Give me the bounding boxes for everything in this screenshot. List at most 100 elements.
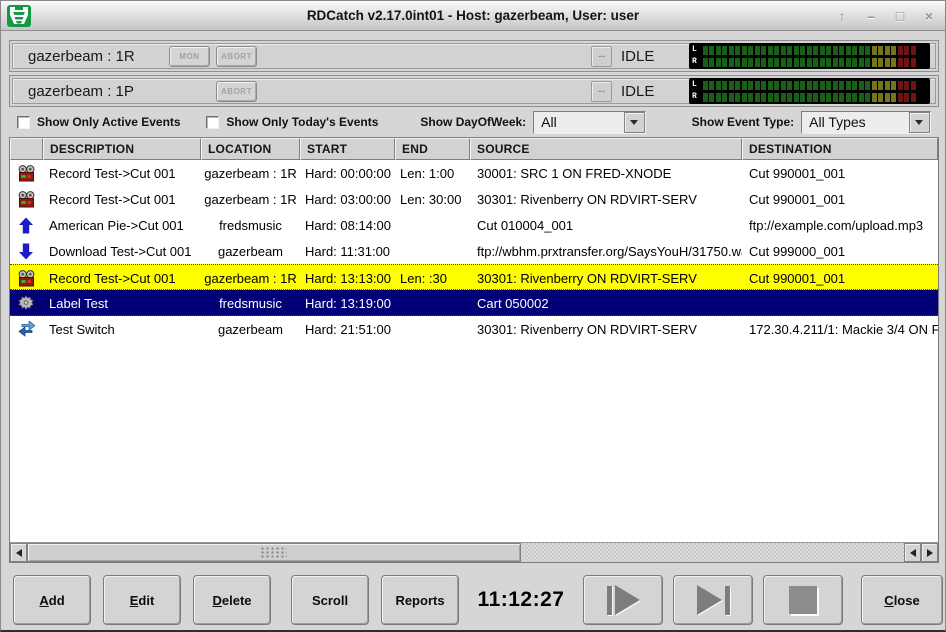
stop-icon <box>789 586 817 614</box>
scroll-left-icon[interactable] <box>10 543 27 562</box>
column-header-icon[interactable] <box>10 138 43 160</box>
cell-location: gazerbeam : 1R <box>201 191 300 207</box>
cell-end <box>395 251 470 252</box>
cell-source: 30001: SRC 1 ON FRED-XNODE <box>470 165 742 181</box>
scrollbar-thumb[interactable] <box>27 543 521 562</box>
edit-button[interactable]: Edit <box>103 575 181 625</box>
show-active-label: Show Only Active Events <box>37 115 181 129</box>
reports-button[interactable]: Reports <box>381 575 459 625</box>
column-header-location[interactable]: LOCATION <box>201 138 300 160</box>
column-header-end[interactable]: END <box>395 138 470 160</box>
cell-location: gazerbeam : 1R <box>201 165 300 181</box>
stop-button[interactable] <box>763 575 843 625</box>
delete-button[interactable]: Delete <box>193 575 271 625</box>
cell-destination: Cut 999000_001 <box>742 243 938 259</box>
play-next-button[interactable] <box>673 575 753 625</box>
button-bar: Add Edit Delete Scroll Reports 11:12:27 … <box>1 569 946 631</box>
dump-button[interactable]: -- <box>591 81 612 102</box>
record-icon <box>18 270 35 287</box>
horizontal-scrollbar[interactable] <box>10 542 938 562</box>
monitor-button[interactable]: MON <box>169 46 210 67</box>
cell-destination: Cut 990001_001 <box>742 165 938 181</box>
cell-source: Cart 050002 <box>470 295 742 311</box>
table-row[interactable]: Record Test->Cut 001 gazerbeam : 1R Hard… <box>10 160 938 186</box>
event-type-select[interactable]: All Types <box>801 111 931 134</box>
dump-button[interactable]: -- <box>591 46 612 67</box>
record-icon <box>18 191 35 208</box>
shade-window-icon[interactable]: ↑ <box>834 8 850 24</box>
show-active-checkbox[interactable] <box>17 116 30 129</box>
abort-button[interactable]: ABORT <box>216 46 257 67</box>
cell-location: gazerbeam <box>201 321 300 337</box>
deck-1r-label: gazerbeam : 1R <box>28 48 169 65</box>
scroll-right-icon[interactable] <box>921 543 938 562</box>
switch-icon <box>18 321 35 338</box>
cell-start: Hard: 13:13:00 <box>300 270 395 286</box>
column-header-destination[interactable]: DESTINATION <box>742 138 938 160</box>
maximize-window-icon[interactable]: □ <box>892 8 908 24</box>
record-deck-panel: gazerbeam : 1R MON ABORT -- IDLE LR <box>9 40 939 72</box>
cell-start: Hard: 13:19:00 <box>300 295 395 311</box>
day-of-week-value: All <box>534 112 624 133</box>
close-window-icon[interactable]: × <box>921 8 937 24</box>
cell-end: Len: 1:00 <box>395 165 470 181</box>
cell-start: Hard: 03:00:00 <box>300 191 395 207</box>
filter-bar: Show Only Active Events Show Only Today'… <box>1 109 946 135</box>
cell-description: Record Test->Cut 001 <box>43 165 201 181</box>
table-row[interactable]: Label Test fredsmusic Hard: 13:19:00 Car… <box>10 290 938 316</box>
event-list: DESCRIPTION LOCATION START END SOURCE DE… <box>9 137 939 563</box>
day-of-week-select[interactable]: All <box>533 111 646 134</box>
abort-button[interactable]: ABORT <box>216 81 257 102</box>
play-icon <box>607 585 640 615</box>
cell-start: Hard: 11:31:00 <box>300 243 395 259</box>
deck-1p-status: IDLE <box>621 83 689 100</box>
table-row[interactable]: Test Switch gazerbeam Hard: 21:51:00 303… <box>10 316 938 342</box>
show-today-checkbox[interactable] <box>206 116 219 129</box>
column-header-source[interactable]: SOURCE <box>470 138 742 160</box>
cell-end <box>395 225 470 226</box>
scroll-left-icon[interactable] <box>904 543 921 562</box>
chevron-down-icon[interactable] <box>909 112 930 133</box>
cell-destination: 172.30.4.211/1: Mackie 3/4 ON FRE <box>742 321 938 337</box>
cell-destination: Cut 990001_001 <box>742 270 938 286</box>
scroll-button[interactable]: Scroll <box>291 575 369 625</box>
event-type-label: Show Event Type: <box>692 115 794 129</box>
deck-1r-status: IDLE <box>621 48 689 65</box>
cell-start: Hard: 00:00:00 <box>300 165 395 181</box>
table-row[interactable]: Download Test->Cut 001 gazerbeam Hard: 1… <box>10 238 938 264</box>
table-row[interactable]: Record Test->Cut 001 gazerbeam : 1R Hard… <box>10 186 938 212</box>
table-row[interactable]: American Pie->Cut 001 fredsmusic Hard: 0… <box>10 212 938 238</box>
cell-source: ftp://wbhm.prxtransfer.org/SaysYouH/3175… <box>470 243 742 259</box>
window-title: RDCatch v2.17.0int01 - Host: gazerbeam, … <box>1 8 945 23</box>
titlebar: RDCatch v2.17.0int01 - Host: gazerbeam, … <box>1 1 945 31</box>
close-button[interactable]: Close <box>861 575 943 625</box>
cell-start: Hard: 08:14:00 <box>300 217 395 233</box>
day-of-week-label: Show DayOfWeek: <box>420 115 526 129</box>
cell-destination: ftp://example.com/upload.mp3 <box>742 217 938 233</box>
cell-location: gazerbeam <box>201 243 300 259</box>
cell-source: 30301: Rivenberry ON RDVIRT-SERV <box>470 270 742 286</box>
add-button[interactable]: Add <box>13 575 91 625</box>
event-list-body: Record Test->Cut 001 gazerbeam : 1R Hard… <box>10 160 938 543</box>
cell-end <box>395 329 470 330</box>
cell-description: American Pie->Cut 001 <box>43 217 201 233</box>
column-header-description[interactable]: DESCRIPTION <box>43 138 201 160</box>
record-icon <box>18 165 35 182</box>
cell-description: Record Test->Cut 001 <box>43 270 201 286</box>
macro-icon <box>18 295 35 312</box>
cell-description: Download Test->Cut 001 <box>43 243 201 259</box>
cell-location: gazerbeam : 1R <box>201 270 300 286</box>
play-button[interactable] <box>583 575 663 625</box>
deck-1p-label: gazerbeam : 1P <box>28 83 169 100</box>
column-header-start[interactable]: START <box>300 138 395 160</box>
minimize-window-icon[interactable]: – <box>863 8 879 24</box>
play-deck-panel: gazerbeam : 1P ABORT -- IDLE LR <box>9 75 939 107</box>
event-list-header: DESCRIPTION LOCATION START END SOURCE DE… <box>10 138 938 160</box>
chevron-down-icon[interactable] <box>624 112 645 133</box>
table-row[interactable]: Record Test->Cut 001 gazerbeam : 1R Hard… <box>10 264 938 290</box>
cell-source: Cut 010004_001 <box>470 217 742 233</box>
cell-start: Hard: 21:51:00 <box>300 321 395 337</box>
cell-description: Test Switch <box>43 321 201 337</box>
cell-description: Label Test <box>43 295 201 311</box>
cell-destination <box>742 303 938 304</box>
